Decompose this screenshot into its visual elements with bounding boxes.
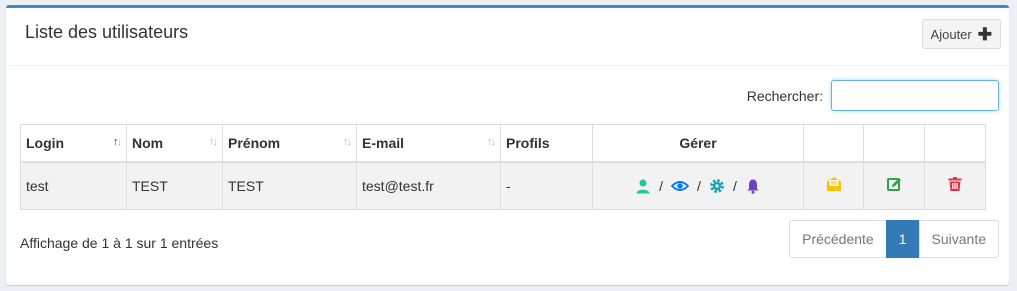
previous-page-button[interactable]: Précédente xyxy=(789,220,887,258)
cell-email: test@test.fr xyxy=(356,161,501,210)
table-header-row: Login ↑↓ Nom ↑↓ Prénom ↑↓ E-mail ↑↓ Prof… xyxy=(20,124,986,163)
pagination: Précédente 1 Suivante xyxy=(789,220,999,258)
eye-icon[interactable] xyxy=(671,178,690,194)
bell-icon[interactable] xyxy=(745,178,761,194)
add-user-button[interactable]: Ajouter ✚ xyxy=(921,19,1001,49)
cell-nom: TEST xyxy=(126,161,223,210)
page-title: Liste des utilisateurs xyxy=(25,22,189,42)
search-row: Rechercher: xyxy=(747,80,999,111)
sort-icon: ↑↓ xyxy=(487,136,496,148)
column-header-profils: Profils xyxy=(500,124,593,163)
cell-delete xyxy=(924,161,986,210)
page-1-button[interactable]: 1 xyxy=(885,220,920,258)
column-header-gerer: Gérer xyxy=(592,124,804,163)
column-header-email[interactable]: E-mail ↑↓ xyxy=(356,124,501,163)
cell-edit xyxy=(863,161,925,210)
column-header-edit xyxy=(863,124,925,163)
table-row: test TEST TEST test@test.fr - / / / xyxy=(20,161,986,210)
add-button-label: Ajouter xyxy=(930,26,972,42)
column-header-mail xyxy=(803,124,864,163)
user-icon[interactable] xyxy=(635,178,651,194)
sort-icon: ↑↓ xyxy=(209,136,218,148)
mail-icon[interactable] xyxy=(826,176,842,192)
gear-icon[interactable] xyxy=(709,178,725,194)
next-page-button[interactable]: Suivante xyxy=(918,220,999,258)
cell-manage: / / / xyxy=(592,161,804,210)
column-header-login[interactable]: Login ↑↓ xyxy=(20,124,127,163)
pagination-info: Affichage de 1 à 1 sur 1 entrées xyxy=(20,235,219,251)
cell-prenom: TEST xyxy=(222,161,357,210)
panel-header: Liste des utilisateurs Ajouter ✚ xyxy=(6,8,1009,66)
column-header-nom[interactable]: Nom ↑↓ xyxy=(126,124,223,163)
search-label: Rechercher: xyxy=(746,87,823,104)
trash-icon[interactable] xyxy=(947,176,963,192)
column-header-prenom[interactable]: Prénom ↑↓ xyxy=(222,124,357,163)
column-header-delete xyxy=(924,124,986,163)
sort-asc-icon: ↑↓ xyxy=(113,136,122,148)
cell-profils: - xyxy=(500,161,593,210)
users-table: Login ↑↓ Nom ↑↓ Prénom ↑↓ E-mail ↑↓ Prof… xyxy=(20,124,986,210)
cell-mail xyxy=(803,161,864,210)
edit-icon[interactable] xyxy=(886,176,902,192)
cell-login: test xyxy=(20,161,127,210)
plus-icon: ✚ xyxy=(977,24,992,44)
search-input[interactable] xyxy=(831,80,999,111)
sort-icon: ↑↓ xyxy=(343,136,352,148)
